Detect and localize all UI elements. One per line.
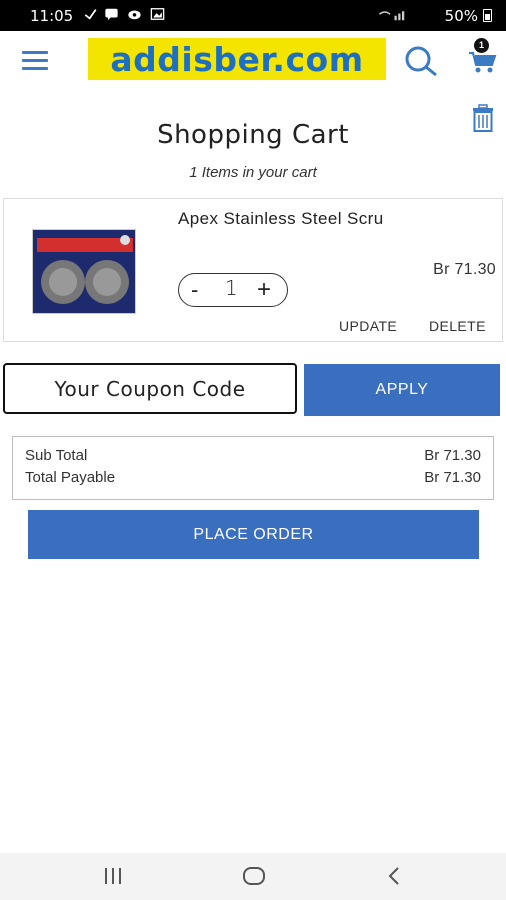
decrease-quantity-button[interactable]: - [191, 277, 198, 303]
quantity-stepper: - 1 + [178, 273, 288, 307]
sub-total-label: Sub Total [25, 447, 88, 464]
search-icon[interactable] [403, 45, 441, 77]
status-time: 11:05 [30, 7, 74, 25]
order-totals: Sub Total Br 71.30 Total Payable Br 71.3… [12, 436, 494, 500]
item-price: Br 71.30 [433, 261, 496, 278]
logo[interactable]: addisber.com [88, 38, 386, 80]
home-icon[interactable] [242, 865, 266, 887]
product-name[interactable]: Apex Stainless Steel Scru [178, 209, 384, 229]
product-image[interactable] [32, 229, 136, 314]
hamburger-menu-icon[interactable] [22, 51, 48, 71]
logo-text: addisber.com [110, 39, 364, 79]
increase-quantity-button[interactable]: + [257, 276, 271, 304]
image-icon [150, 8, 165, 20]
signal-icon [379, 11, 405, 21]
message-icon [105, 8, 118, 21]
place-order-button[interactable]: PLACE ORDER [28, 510, 479, 559]
cart-count-badge: 1 [474, 38, 489, 53]
recent-apps-icon[interactable] [103, 865, 123, 887]
total-payable-value: Br 71.30 [424, 469, 481, 486]
cart-item: Apex Stainless Steel Scru - 1 + Br 71.30… [3, 198, 503, 342]
app-header: addisber.com 1 [0, 31, 506, 91]
status-bar: 11:05 50% [0, 0, 506, 31]
total-payable-label: Total Payable [25, 469, 116, 486]
apply-coupon-button[interactable]: APPLY [304, 364, 500, 416]
items-count-text: 1 Items in your cart [189, 164, 317, 181]
delete-button[interactable]: DELETE [429, 318, 486, 334]
back-icon[interactable] [386, 865, 402, 887]
coupon-code-input[interactable] [3, 363, 297, 414]
update-button[interactable]: UPDATE [339, 318, 397, 334]
quantity-value[interactable]: 1 [225, 276, 238, 300]
system-nav-bar [0, 853, 506, 900]
battery-icon [483, 9, 492, 22]
sub-total-value: Br 71.30 [424, 447, 481, 464]
battery-percent: 50% [444, 7, 478, 25]
page-title: Shopping Cart [157, 120, 349, 150]
cloud-icon [128, 10, 141, 20]
missed-call-icon [84, 9, 97, 20]
